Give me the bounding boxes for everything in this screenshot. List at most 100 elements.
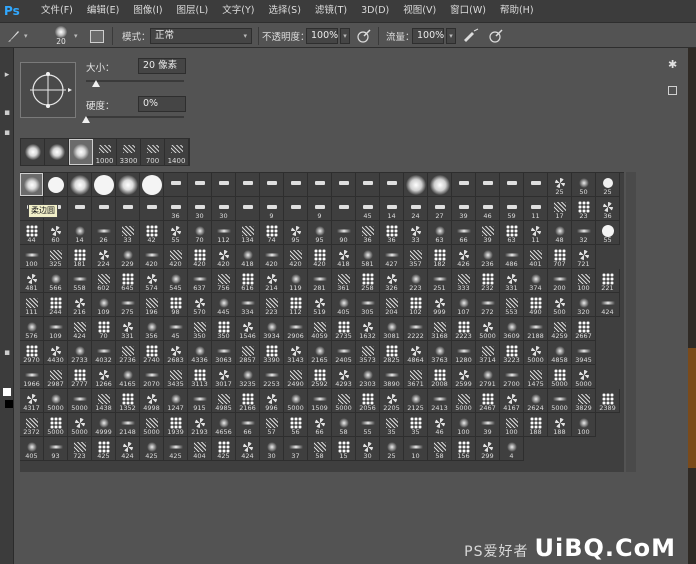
brush-preset-cell[interactable]: 5000 bbox=[44, 413, 68, 437]
brush-preset-cell[interactable]: 93 bbox=[44, 437, 68, 461]
brush-preset-cell[interactable]: 258 bbox=[356, 269, 380, 293]
brush-preset-cell[interactable]: 3063 bbox=[212, 341, 236, 365]
brush-preset-cell[interactable]: 420 bbox=[188, 245, 212, 269]
brush-preset-cell[interactable]: 1266 bbox=[92, 365, 116, 389]
brush-preset-cell[interactable]: 95 bbox=[284, 221, 308, 245]
brush-preset-cell[interactable]: 100 bbox=[572, 413, 596, 437]
brush-preset-cell[interactable]: 350 bbox=[212, 317, 236, 341]
brush-preset-cell[interactable]: 2736 bbox=[116, 341, 140, 365]
recent-brush-2[interactable] bbox=[69, 139, 93, 165]
brush-preset-cell[interactable]: 425 bbox=[212, 437, 236, 461]
brush-preset-cell[interactable]: 2970 bbox=[20, 341, 44, 365]
brush-preset-cell[interactable]: 2906 bbox=[284, 317, 308, 341]
brush-preset-cell[interactable]: 46 bbox=[428, 413, 452, 437]
brush-preset-cell[interactable]: 721 bbox=[572, 245, 596, 269]
brush-preset-cell[interactable]: 14 bbox=[68, 221, 92, 245]
brush-preset-cell[interactable]: 58 bbox=[308, 437, 332, 461]
brush-preset-cell[interactable]: 109 bbox=[92, 293, 116, 317]
recent-brush-4[interactable]: 3300 bbox=[117, 139, 141, 165]
brush-preset-cell[interactable]: 188 bbox=[524, 413, 548, 437]
brush-preset-cell[interactable]: 915 bbox=[188, 389, 212, 413]
brush-preset-cell[interactable]: 58 bbox=[428, 437, 452, 461]
brush-preset-cell[interactable]: 374 bbox=[524, 269, 548, 293]
brush-preset-cell[interactable]: 39 bbox=[452, 197, 476, 221]
brush-preset-cell[interactable]: 4336 bbox=[188, 341, 212, 365]
brush-preset-cell[interactable]: 112 bbox=[212, 221, 236, 245]
brush-preset-cell[interactable]: 4998 bbox=[140, 389, 164, 413]
brush-preset-cell[interactable]: 2193 bbox=[188, 413, 212, 437]
gear-icon[interactable]: ✱ bbox=[668, 58, 677, 71]
brush-preset-cell[interactable]: 74 bbox=[260, 221, 284, 245]
brush-preset-cell[interactable]: 3573 bbox=[356, 341, 380, 365]
brush-preset-cell[interactable]: 2683 bbox=[164, 341, 188, 365]
brush-preset-cell[interactable]: 56 bbox=[284, 413, 308, 437]
brush-preset-cell[interactable]: 405 bbox=[20, 437, 44, 461]
brush-preset-cell[interactable]: 4293 bbox=[332, 365, 356, 389]
brush-preset-cell[interactable]: 999 bbox=[428, 293, 452, 317]
brush-preset-cell[interactable]: 4985 bbox=[212, 389, 236, 413]
recent-brush-6[interactable]: 1400 bbox=[165, 139, 189, 165]
brush-preset-cell[interactable]: 5000 bbox=[332, 389, 356, 413]
brush-preset-cell[interactable]: 224 bbox=[92, 245, 116, 269]
brush-preset-cell[interactable]: 424 bbox=[596, 293, 620, 317]
brush-preset-cell[interactable]: 3390 bbox=[260, 341, 284, 365]
brush-preset-cell[interactable]: 36 bbox=[356, 221, 380, 245]
size-slider-track[interactable] bbox=[86, 80, 184, 82]
brush-preset-cell[interactable]: 223 bbox=[260, 293, 284, 317]
brush-preset-cell[interactable]: 566 bbox=[44, 269, 68, 293]
brush-preset-cell[interactable]: 39 bbox=[476, 413, 500, 437]
brush-preset-cell[interactable]: 66 bbox=[452, 221, 476, 245]
size-slider-thumb[interactable] bbox=[91, 80, 100, 87]
brush-preset-cell[interactable]: 2222 bbox=[404, 317, 428, 341]
brush-preset-cell[interactable]: 134 bbox=[236, 221, 260, 245]
brush-preset-cell[interactable]: 9 bbox=[308, 197, 332, 221]
brush-preset-cell[interactable]: 2070 bbox=[140, 365, 164, 389]
brush-preset-cell[interactable]: 4430 bbox=[44, 341, 68, 365]
brush-preset-cell[interactable]: 281 bbox=[308, 269, 332, 293]
brush-preset-cell[interactable]: 36 bbox=[596, 197, 620, 221]
brush-preset-cell[interactable]: 420 bbox=[164, 245, 188, 269]
brush-preset-cell[interactable]: 2303 bbox=[356, 365, 380, 389]
brush-preset-cell[interactable]: 299 bbox=[476, 437, 500, 461]
brush-preset-cell[interactable]: 2592 bbox=[308, 365, 332, 389]
brush-preset-cell[interactable]: 424 bbox=[236, 437, 260, 461]
brush-preset-cell[interactable]: 5000 bbox=[548, 389, 572, 413]
pressure-opacity-button[interactable] bbox=[356, 23, 372, 49]
brush-preset-cell[interactable]: 2857 bbox=[236, 341, 260, 365]
brush-preset-cell[interactable]: 2205 bbox=[380, 389, 404, 413]
brush-preset-cell[interactable]: 723 bbox=[68, 437, 92, 461]
brush-preset-cell[interactable]: 326 bbox=[380, 269, 404, 293]
brush-preset-cell[interactable]: 570 bbox=[188, 293, 212, 317]
brush-preset-cell[interactable]: 23 bbox=[572, 197, 596, 221]
brush-preset-cell[interactable] bbox=[68, 173, 92, 197]
brush-preset-cell[interactable]: 2490 bbox=[284, 365, 308, 389]
presets-scrollbar[interactable] bbox=[626, 172, 636, 472]
brush-preset-cell[interactable] bbox=[332, 197, 356, 221]
brush-preset-cell[interactable]: 55 bbox=[164, 221, 188, 245]
brush-preset-cell[interactable]: 3829 bbox=[572, 389, 596, 413]
brush-preset-cell[interactable]: 3934 bbox=[260, 317, 284, 341]
brush-preset-cell[interactable]: 2700 bbox=[500, 365, 524, 389]
brush-preset-cell[interactable]: 2148 bbox=[116, 413, 140, 437]
brush-preset-cell[interactable]: 3143 bbox=[284, 341, 308, 365]
brush-preset-cell[interactable]: 30 bbox=[356, 437, 380, 461]
menu-layer[interactable]: 图层(L) bbox=[170, 0, 216, 22]
brush-preset-cell[interactable] bbox=[236, 197, 260, 221]
brush-preset-cell[interactable]: 2165 bbox=[308, 341, 332, 365]
brush-preset-cell[interactable]: 420 bbox=[140, 245, 164, 269]
brush-preset-cell[interactable]: 100 bbox=[572, 269, 596, 293]
brush-preset-cell[interactable] bbox=[164, 173, 188, 197]
brush-preset-cell[interactable]: 39 bbox=[476, 221, 500, 245]
brush-preset-cell[interactable]: 553 bbox=[500, 293, 524, 317]
brush-preset-cell[interactable]: 3017 bbox=[212, 365, 236, 389]
brush-preset-cell[interactable]: 2223 bbox=[452, 317, 476, 341]
brush-preset-cell[interactable]: 70 bbox=[188, 221, 212, 245]
brush-preset-cell[interactable]: 1509 bbox=[308, 389, 332, 413]
brush-preset-cell[interactable]: 30 bbox=[212, 197, 236, 221]
brush-preset-cell[interactable]: 2372 bbox=[20, 413, 44, 437]
recent-brush-5[interactable]: 700 bbox=[141, 139, 165, 165]
brush-preset-cell[interactable]: 2599 bbox=[452, 365, 476, 389]
brush-angle-preview[interactable] bbox=[20, 62, 76, 118]
brush-preset-cell[interactable]: 707 bbox=[548, 245, 572, 269]
brush-preset-cell[interactable]: 545 bbox=[164, 269, 188, 293]
